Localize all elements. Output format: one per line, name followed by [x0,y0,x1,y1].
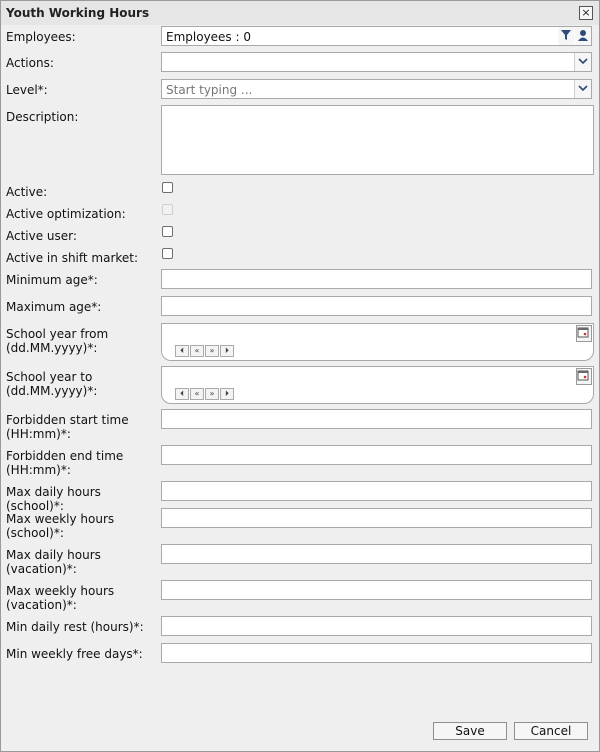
school-year-to-datepicker[interactable]: ⏴ « » ⏵ [161,366,594,404]
active-optimization-checkbox [162,204,173,215]
youth-working-hours-dialog: Youth Working Hours × Employees: Employe… [0,0,600,752]
user-icon[interactable] [575,27,591,45]
forbidden-end-label: Forbidden end time (HH:mm)*: [6,449,156,477]
calendar-icon[interactable] [576,325,592,342]
min-daily-rest-label: Min daily rest (hours)*: [6,620,144,634]
school-year-from-datepicker[interactable]: ⏴ « » ⏵ [161,323,594,361]
active-user-checkbox[interactable] [162,226,173,237]
dialog-title: Youth Working Hours [6,6,150,20]
forbidden-end-label-line1: Forbidden end time [6,449,124,463]
description-textarea[interactable] [161,105,594,175]
description-label: Description: [6,110,79,124]
max-weekly-school-input[interactable] [161,508,592,528]
school-year-to-label-line1: School year to [6,370,93,384]
active-checkbox[interactable] [162,182,173,193]
prev-button[interactable]: « [190,388,204,400]
active-shift-market-checkbox[interactable] [162,248,173,259]
first-button[interactable]: ⏴ [175,388,189,400]
max-weekly-vacation-label-line1: Max weekly hours [6,584,115,598]
active-shift-market-label: Active in shift market: [6,251,139,265]
calendar-icon[interactable] [576,368,592,385]
forbidden-end-input[interactable] [161,445,592,465]
level-label: Level*: [6,83,48,97]
active-user-label: Active user: [6,229,77,243]
school-year-from-label-line1: School year from [6,327,109,341]
next-button[interactable]: » [205,388,219,400]
save-button[interactable]: Save [433,722,507,740]
max-daily-vacation-label-line1: Max daily hours [6,548,101,562]
dialog-titlebar: Youth Working Hours × [1,1,599,25]
max-daily-school-label: Max daily hours (school)*: [6,485,101,513]
min-weekly-free-days-input[interactable] [161,643,592,663]
max-daily-school-input[interactable] [161,481,592,501]
cancel-button[interactable]: Cancel [514,722,588,740]
close-icon[interactable]: × [579,6,593,20]
chevron-down-icon[interactable] [574,53,591,71]
last-button[interactable]: ⏵ [220,388,234,400]
level-combobox[interactable]: Start typing ... [161,79,592,99]
active-label: Active: [6,185,48,199]
chevron-down-icon[interactable] [574,80,591,98]
min-weekly-free-days-label: Min weekly free days*: [6,647,143,661]
min-daily-rest-input[interactable] [161,616,592,636]
actions-label: Actions: [6,56,54,70]
level-placeholder: Start typing ... [166,83,253,97]
maximum-age-label: Maximum age*: [6,300,102,314]
prev-button[interactable]: « [190,345,204,357]
school-year-to-label: School year to (dd.MM.yyyy)*: [6,370,156,398]
forbidden-start-label-line1: Forbidden start time [6,413,129,427]
max-daily-vacation-label: Max daily hours (vacation)*: [6,548,156,576]
maximum-age-input[interactable] [161,296,592,316]
school-year-to-label-line2: (dd.MM.yyyy)*: [6,384,98,398]
forbidden-start-label-line2: (HH:mm)*: [6,427,71,441]
max-weekly-school-label-line1: Max weekly hours [6,512,115,526]
employees-label: Employees: [6,30,76,44]
first-button[interactable]: ⏴ [175,345,189,357]
next-button[interactable]: » [205,345,219,357]
max-weekly-vacation-input[interactable] [161,580,592,600]
max-daily-vacation-label-line2: (vacation)*: [6,562,77,576]
employees-field[interactable]: Employees : 0 [161,26,592,46]
actions-select[interactable] [161,52,592,72]
filter-icon[interactable] [558,27,574,45]
school-year-from-label-line2: (dd.MM.yyyy)*: [6,341,98,355]
last-button[interactable]: ⏵ [220,345,234,357]
max-weekly-vacation-label-line2: (vacation)*: [6,598,77,612]
max-weekly-school-label: Max weekly hours (school)*: [6,512,156,540]
forbidden-start-label: Forbidden start time (HH:mm)*: [6,413,156,441]
max-weekly-vacation-label: Max weekly hours (vacation)*: [6,584,156,612]
employees-value: Employees : 0 [166,30,251,44]
max-weekly-school-label-line2: (school)*: [6,526,64,540]
minimum-age-label: Minimum age*: [6,273,98,287]
school-year-from-label: School year from (dd.MM.yyyy)*: [6,327,156,355]
forbidden-start-input[interactable] [161,409,592,429]
minimum-age-input[interactable] [161,269,592,289]
forbidden-end-label-line2: (HH:mm)*: [6,463,71,477]
active-optimization-label: Active optimization: [6,207,126,221]
max-daily-vacation-input[interactable] [161,544,592,564]
